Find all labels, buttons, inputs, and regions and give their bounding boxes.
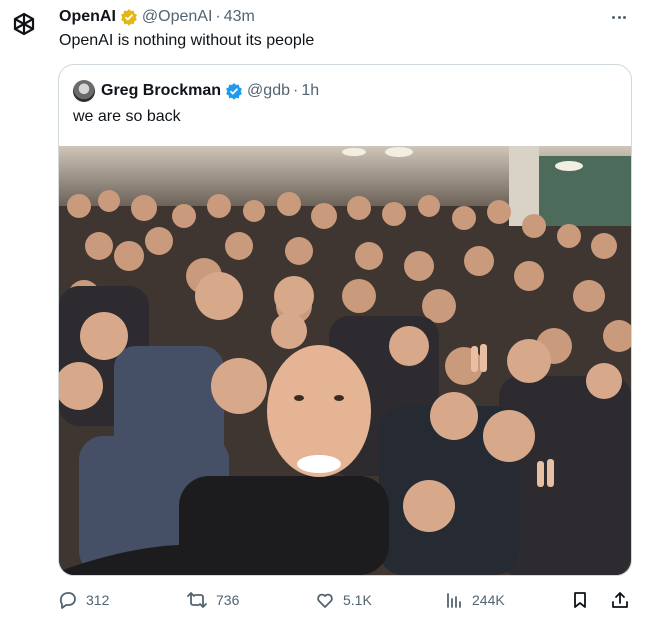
quoted-tweet-header: Greg Brockman @gdb · 1h (73, 79, 319, 103)
like-icon (317, 593, 333, 608)
author-handle[interactable]: @OpenAI (142, 8, 213, 26)
like-count: 5.1K (343, 592, 372, 608)
tweet-text: OpenAI is nothing without its people (59, 32, 315, 49)
share-icon (612, 592, 628, 608)
bookmark-icon (574, 592, 586, 608)
tweet-time[interactable]: 43m (224, 8, 255, 26)
reply-button[interactable]: 312 (58, 587, 109, 613)
quoted-author-handle[interactable]: @gdb (247, 82, 290, 100)
verified-blue-icon (225, 82, 243, 100)
author-name[interactable]: OpenAI (59, 8, 116, 26)
quoted-tweet-time[interactable]: 1h (301, 82, 319, 100)
openai-logo-icon[interactable] (6, 8, 42, 44)
group-photo[interactable] (59, 146, 631, 575)
more-icon[interactable] (608, 6, 630, 28)
reply-count: 312 (86, 592, 110, 608)
like-button[interactable]: 5.1K (315, 587, 372, 613)
views-count: 244K (472, 592, 505, 608)
repost-icon (187, 592, 207, 608)
quoted-author-name[interactable]: Greg Brockman (101, 82, 221, 100)
quoted-tweet[interactable]: Greg Brockman @gdb · 1h we are so back (58, 64, 632, 576)
views-icon (447, 593, 461, 608)
repost-count: 736 (216, 592, 240, 608)
verified-gold-icon (120, 8, 138, 26)
tweet[interactable]: OpenAI @OpenAI · 43m OpenAI is nothing w… (0, 0, 660, 623)
bookmark-button[interactable] (570, 587, 598, 613)
share-button[interactable] (610, 587, 638, 613)
tweet-header: OpenAI @OpenAI · 43m (59, 6, 620, 28)
views-button[interactable]: 244K (444, 587, 505, 613)
separator-dot: · (215, 8, 221, 25)
quoted-tweet-text: we are so back (73, 108, 181, 125)
avatar[interactable] (73, 80, 95, 102)
tweet-actions: 312 736 5.1K 244K (58, 587, 638, 613)
repost-button[interactable]: 736 (186, 587, 239, 613)
reply-icon (59, 592, 76, 609)
separator-dot: · (292, 82, 299, 99)
